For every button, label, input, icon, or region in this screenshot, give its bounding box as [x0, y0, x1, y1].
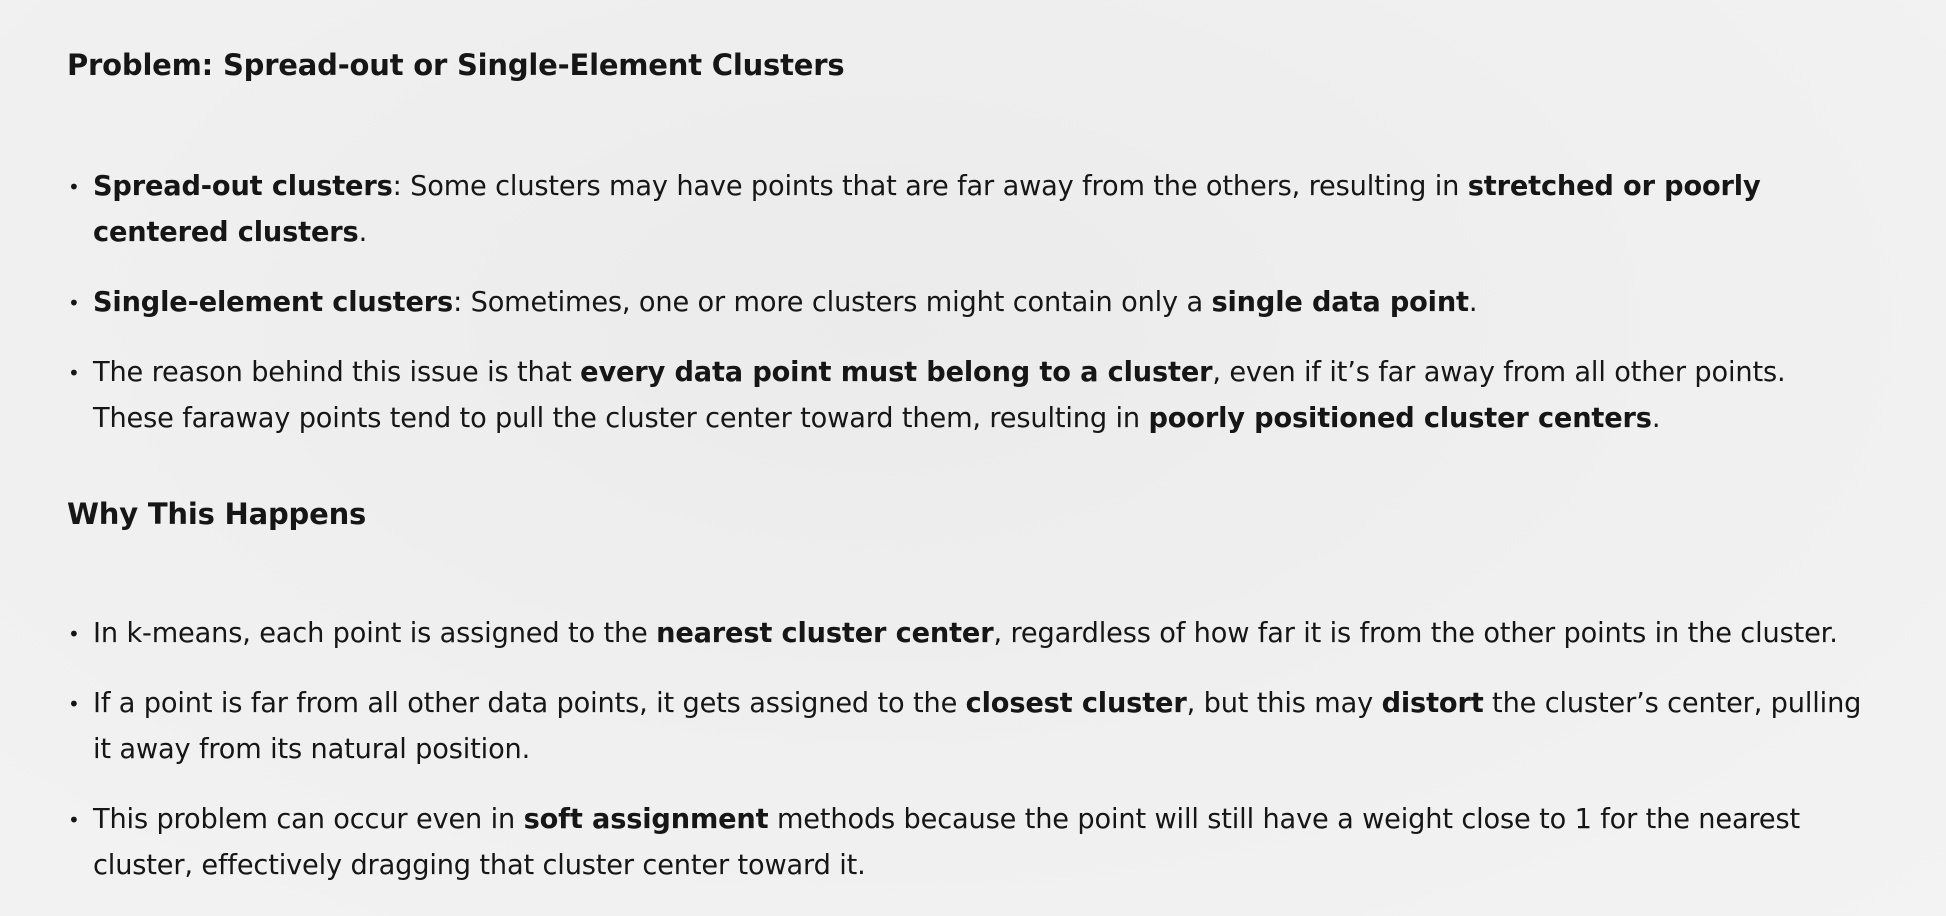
list-item: • If a point is far from all other data p… — [67, 681, 1867, 773]
text: . — [1651, 402, 1661, 434]
bullet-icon: • — [68, 360, 80, 385]
section-heading-why: Why This Happens — [67, 496, 367, 531]
text: , but this may — [1186, 687, 1382, 719]
text: . — [1468, 286, 1478, 318]
bold-text: poorly positioned cluster centers — [1148, 402, 1652, 434]
list-item: • The reason behind this issue is that ev… — [67, 350, 1867, 442]
text: : Sometimes, one or more clusters might … — [453, 286, 1212, 318]
list-item: • This problem can occur even in soft ass… — [67, 797, 1867, 889]
text: In k-means, each point is assigned to th… — [93, 617, 657, 649]
bold-text: Spread-out clusters — [93, 170, 393, 202]
bold-text: closest cluster — [965, 687, 1187, 719]
bold-text: every data point must belong to a cluste… — [580, 356, 1213, 388]
bold-text: single data point — [1211, 286, 1469, 318]
bold-text: Single-element clusters — [93, 286, 454, 318]
bold-text: nearest cluster center — [656, 617, 994, 649]
text: If a point is far from all other data po… — [93, 687, 966, 719]
bold-text: distort — [1381, 687, 1484, 719]
bullet-icon: • — [68, 807, 80, 832]
problem-bullet-list: • Spread-out clusters: Some clusters may … — [67, 164, 1867, 442]
text: This problem can occur even in — [93, 803, 524, 835]
section-heading-problem: Problem: Spread-out or Single-Element Cl… — [67, 48, 845, 82]
text: The reason behind this issue is that — [93, 356, 581, 388]
text: . — [358, 216, 368, 248]
document-content: Problem: Spread-out or Single-Element Cl… — [67, 48, 1867, 889]
bold-text: soft assignment — [523, 803, 769, 835]
list-item: • Spread-out clusters: Some clusters may … — [67, 164, 1867, 256]
list-item: • In k-means, each point is assigned to t… — [67, 611, 1867, 657]
bullet-icon: • — [68, 290, 80, 315]
text: : Some clusters may have points that are… — [392, 170, 1468, 202]
bullet-icon: • — [68, 691, 80, 716]
bullet-icon: • — [68, 174, 80, 199]
bullet-icon: • — [68, 621, 80, 646]
why-bullet-list: • In k-means, each point is assigned to t… — [67, 611, 1867, 889]
text: , regardless of how far it is from the o… — [993, 617, 1838, 649]
list-item: • Single-element clusters: Sometimes, one… — [67, 280, 1867, 326]
